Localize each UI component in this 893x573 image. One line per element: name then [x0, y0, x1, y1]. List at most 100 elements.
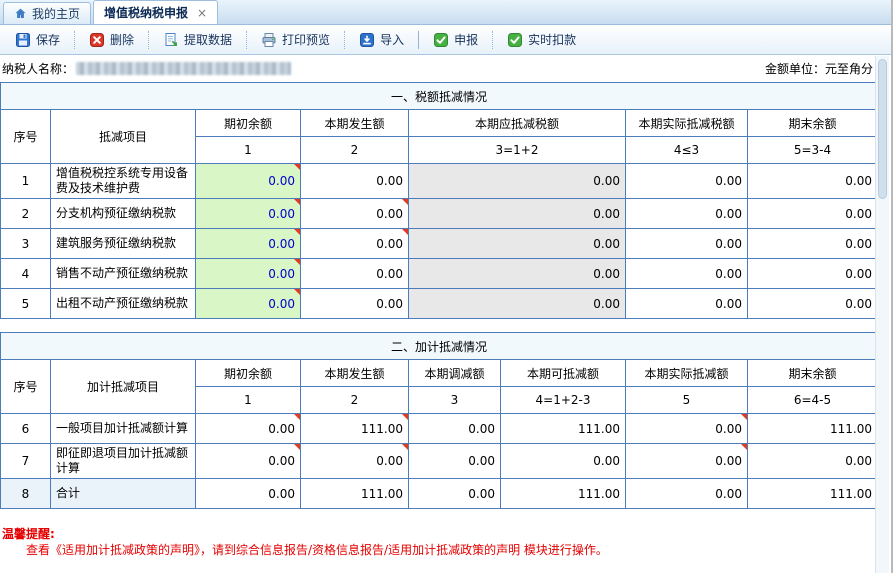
taxpayer-name-label: 纳税人名称：: [2, 60, 74, 77]
value-cell[interactable]: 0.00: [301, 164, 409, 199]
amount-unit-value: 元至角分: [825, 60, 873, 77]
section-title-2: 二、加计抵减情况: [1, 333, 878, 360]
print-preview-button[interactable]: 打印预览: [252, 27, 339, 52]
value-cell[interactable]: 0.00: [301, 259, 409, 289]
value-cell[interactable]: 0.00: [626, 199, 748, 229]
col-header: 期末余额: [748, 360, 878, 387]
table-row-total: 8 合计 0.00 111.00 0.00 111.00 0.00 111.00: [1, 479, 878, 509]
row-item-label: 一般项目加计抵减额计算: [51, 414, 196, 444]
col-header: 期初余额: [196, 110, 301, 137]
editable-cell[interactable]: 0.00: [196, 199, 301, 229]
amount-unit-label: 金额单位：: [765, 60, 825, 77]
row-seq: 5: [1, 289, 51, 319]
computed-cell: 111.00: [748, 479, 878, 509]
col-num: 3=1+2: [409, 137, 626, 164]
col-header: 本期应抵减税额: [409, 110, 626, 137]
extract-data-button[interactable]: 提取数据: [154, 27, 241, 52]
save-button[interactable]: 保存: [6, 27, 69, 52]
extract-data-label: 提取数据: [184, 31, 232, 48]
extract-data-icon: [163, 32, 179, 48]
print-preview-icon: [261, 32, 277, 48]
editable-cell[interactable]: 0.00: [196, 259, 301, 289]
col-num: 2: [301, 387, 409, 414]
tab-close-icon[interactable]: ×: [197, 8, 207, 18]
editable-cell[interactable]: 0.00: [196, 289, 301, 319]
col-num: 4=1+2-3: [501, 387, 626, 414]
vertical-scrollbar[interactable]: [875, 56, 889, 573]
delete-button[interactable]: 删除: [80, 27, 143, 52]
value-cell[interactable]: 0.00: [626, 164, 748, 199]
value-cell[interactable]: 0.00: [301, 444, 409, 479]
col-header-item: 加计抵减项目: [51, 360, 196, 414]
value-cell[interactable]: 0.00: [301, 199, 409, 229]
row-item-label: 销售不动产预征缴纳税款: [51, 259, 196, 289]
realtime-deduct-label: 实时扣款: [528, 31, 576, 48]
value-cell: 0.00: [748, 259, 878, 289]
tab-home-label: 我的主页: [32, 5, 80, 22]
col-header-seq: 序号: [1, 110, 51, 164]
tab-vat-label: 增值税纳税申报: [104, 4, 188, 21]
row-seq: 6: [1, 414, 51, 444]
computed-cell: 0.00: [196, 479, 301, 509]
toolbar-separator: [74, 31, 75, 49]
table-row: 6 一般项目加计抵减额计算 0.00 111.00 0.00 111.00 0.…: [1, 414, 878, 444]
toolbar-separator: [492, 31, 493, 49]
value-cell[interactable]: 111.00: [301, 414, 409, 444]
col-header: 期末余额: [748, 110, 878, 137]
import-label: 导入: [380, 31, 404, 48]
taxpayer-name-redacted: [76, 62, 291, 75]
editable-cell[interactable]: 0.00: [196, 164, 301, 199]
computed-cell: 111.00: [301, 479, 409, 509]
tax-credit-table: 一、税额抵减情况 序号 抵减项目 期初余额 本期发生额 本期应抵减税额 本期实际…: [0, 82, 878, 319]
row-item-label: 建筑服务预征缴纳税款: [51, 229, 196, 259]
value-cell: 0.00: [748, 229, 878, 259]
value-cell[interactable]: 0.00: [301, 229, 409, 259]
value-cell[interactable]: 0.00: [409, 414, 501, 444]
col-num: 5: [626, 387, 748, 414]
toolbar-separator: [418, 31, 419, 49]
additional-credit-table: 二、加计抵减情况 序号 加计抵减项目 期初余额 本期发生额 本期调减额 本期可抵…: [0, 332, 878, 509]
col-header: 本期发生额: [301, 110, 409, 137]
import-icon: [359, 32, 375, 48]
table-row: 1 增值税税控系统专用设备费及技术维护费 0.00 0.00 0.00 0.00…: [1, 164, 878, 199]
value-cell[interactable]: 0.00: [626, 259, 748, 289]
declare-button[interactable]: 申报: [424, 27, 487, 52]
row-seq: 3: [1, 229, 51, 259]
row-item-label: 即征即退项目加计抵减额计算: [51, 444, 196, 479]
col-num: 4≤3: [626, 137, 748, 164]
value-cell[interactable]: 0.00: [626, 289, 748, 319]
tab-vat-declaration[interactable]: 增值税纳税申报 ×: [93, 0, 218, 24]
editable-cell[interactable]: 0.00: [196, 229, 301, 259]
value-cell[interactable]: 0.00: [626, 414, 748, 444]
reminder-notice: 温馨提醒: 查看《适用加计抵减政策的声明》，请到综合信息报告/资格信息报告/适用…: [0, 526, 891, 558]
value-cell: 0.00: [748, 289, 878, 319]
col-header: 期初余额: [196, 360, 301, 387]
table2-header-row: 序号 加计抵减项目 期初余额 本期发生额 本期调减额 本期可抵减额 本期实际抵减…: [1, 360, 878, 387]
reminder-body: 查看《适用加计抵减政策的声明》，请到综合信息报告/资格信息报告/适用加计抵减政策…: [2, 542, 891, 558]
col-num: 1: [196, 137, 301, 164]
computed-cell: 0.00: [409, 164, 626, 199]
import-button[interactable]: 导入: [350, 27, 413, 52]
value-cell[interactable]: 0.00: [626, 229, 748, 259]
computed-cell: 0.00: [501, 444, 626, 479]
table-row: 5 出租不动产预征缴纳税款 0.00 0.00 0.00 0.00 0.00: [1, 289, 878, 319]
value-cell[interactable]: 0.00: [196, 414, 301, 444]
value-cell[interactable]: 0.00: [301, 289, 409, 319]
scrollbar-thumb[interactable]: [878, 59, 887, 199]
col-num: 1: [196, 387, 301, 414]
value-cell[interactable]: 0.00: [409, 444, 501, 479]
computed-cell: 111.00: [748, 414, 878, 444]
col-num: 2: [301, 137, 409, 164]
toolbar-separator: [246, 31, 247, 49]
value-cell[interactable]: 0.00: [196, 444, 301, 479]
value-cell: 0.00: [748, 164, 878, 199]
toolbar-separator: [344, 31, 345, 49]
declare-check-icon: [433, 32, 449, 48]
col-num: 3: [409, 387, 501, 414]
realtime-deduct-button[interactable]: 实时扣款: [498, 27, 585, 52]
table-row: 3 建筑服务预征缴纳税款 0.00 0.00 0.00 0.00 0.00: [1, 229, 878, 259]
value-cell[interactable]: 0.00: [626, 444, 748, 479]
value-cell: 0.00: [748, 199, 878, 229]
tab-home[interactable]: 我的主页: [3, 2, 91, 24]
home-icon: [14, 7, 27, 20]
